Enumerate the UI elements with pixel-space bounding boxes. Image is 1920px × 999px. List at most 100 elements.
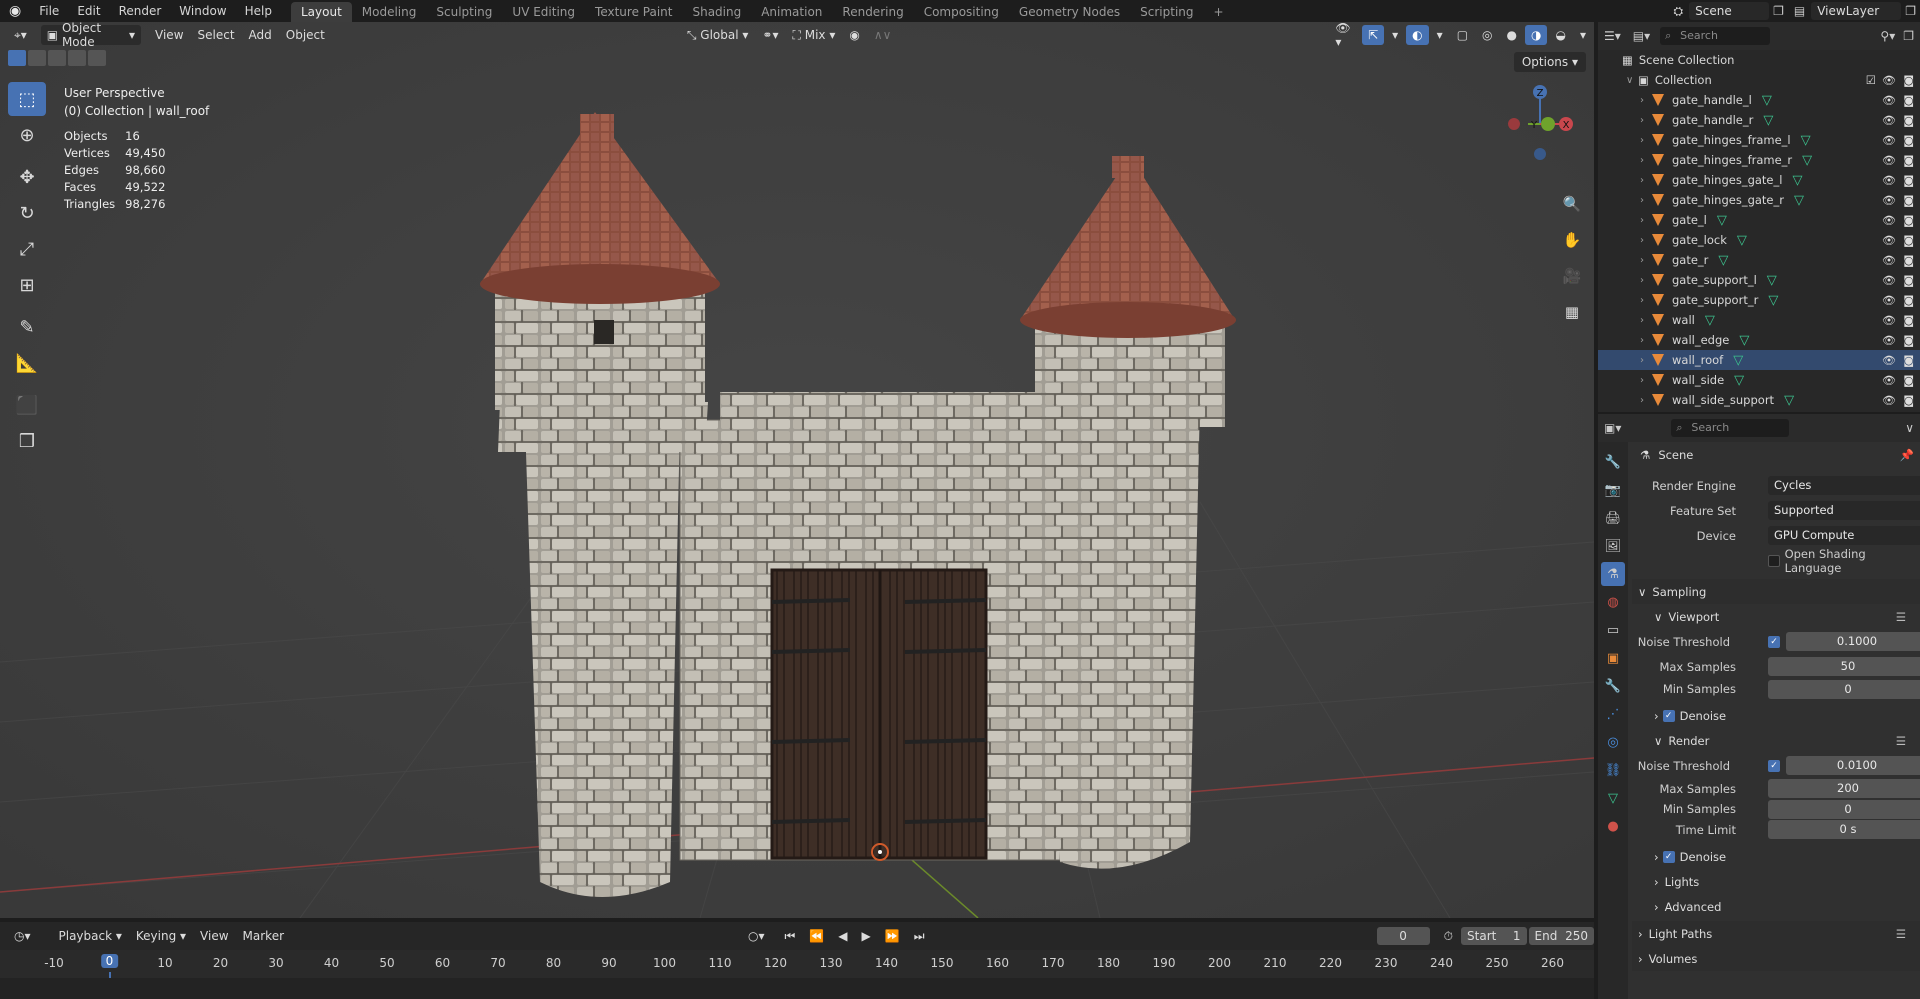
presets-list-icon[interactable]: ☰ [1896, 734, 1906, 748]
mode-selector[interactable]: ▣ Object Mode ▾ [40, 22, 142, 49]
physics-tab-icon[interactable]: ◎ [1601, 730, 1625, 754]
volumes-panel[interactable]: › Volumes [1632, 946, 1920, 971]
menu-marker[interactable]: Marker [237, 926, 290, 946]
render-engine-dropdown[interactable]: Cycles [1768, 476, 1920, 495]
scale-tool-icon[interactable]: ⤢ [8, 232, 46, 266]
vp-min-samples-field[interactable]: 0 [1768, 679, 1920, 699]
outliner-object-row[interactable]: › gate_hinges_gate_l ▽ 👁 ◙ [1598, 170, 1920, 190]
expand-icon[interactable]: › [1640, 95, 1652, 106]
scene-selector[interactable]: Scene [1689, 2, 1770, 20]
mesh-data-icon[interactable]: ▽ [1734, 373, 1744, 388]
eye-icon[interactable]: 👁 [1882, 294, 1896, 307]
sampling-panel-header[interactable]: ∨ Sampling [1632, 579, 1920, 604]
eye-icon[interactable]: 👁 [1882, 254, 1896, 267]
falloff-icon[interactable]: ∧∨ [868, 25, 898, 45]
stopwatch-icon[interactable]: ⏱ [1438, 926, 1459, 946]
menu-timeline-view[interactable]: View [194, 926, 234, 946]
jump-start-icon[interactable]: ⏮ [779, 926, 802, 946]
mesh-data-icon[interactable]: ▽ [1737, 233, 1747, 248]
r-max-samples-field[interactable]: 200 [1768, 779, 1920, 798]
transform-tool-icon[interactable]: ⊞ [8, 268, 46, 302]
start-frame-field[interactable]: Start 1 [1461, 927, 1527, 945]
camera-icon[interactable]: ◙ [1903, 114, 1914, 127]
expand-icon[interactable]: › [1640, 295, 1652, 306]
transform-orientation-dropdown[interactable]: ⤡ Global ▾ [681, 25, 755, 45]
timeline-track[interactable] [0, 978, 1594, 999]
menu-add[interactable]: Add [243, 25, 278, 45]
expand-icon[interactable]: › [1640, 115, 1652, 126]
object-tab-icon[interactable]: ▣ [1601, 646, 1625, 670]
advanced-subpanel[interactable]: › Advanced [1632, 894, 1920, 919]
add-object-tool-icon[interactable]: ❒ [8, 424, 46, 458]
presets-list-icon[interactable]: ☰ [1896, 927, 1906, 941]
camera-icon[interactable]: ◙ [1903, 314, 1914, 327]
mesh-data-icon[interactable]: ▽ [1801, 133, 1811, 148]
rotate-tool-icon[interactable]: ↻ [8, 196, 46, 230]
shading-material-icon[interactable]: ◑ [1525, 25, 1548, 45]
camera-icon[interactable]: ◙ [1903, 154, 1914, 167]
expand-icon[interactable]: › [1640, 215, 1652, 226]
play-icon[interactable]: ▶ [856, 926, 877, 946]
gizmo-y-axis[interactable] [1541, 117, 1555, 131]
end-frame-field[interactable]: End 250 [1528, 927, 1594, 945]
eye-icon[interactable]: 👁 [1882, 354, 1896, 367]
expand-icon[interactable]: › [1640, 335, 1652, 346]
data-tab-icon[interactable]: ▽ [1601, 786, 1625, 810]
tool-tab-icon[interactable]: 🔧 [1601, 450, 1625, 474]
particles-tab-icon[interactable]: ⋰ [1601, 702, 1625, 726]
camera-icon[interactable]: ◙ [1903, 134, 1914, 147]
vp-noise-checkbox[interactable]: ✓ [1768, 635, 1780, 648]
view-layer-tab-icon[interactable]: 🖼 [1601, 534, 1625, 558]
gizmo-toggle-icon[interactable]: ⇱ [1362, 25, 1385, 45]
menu-select[interactable]: Select [192, 25, 241, 45]
vp-denoise-subpanel[interactable]: › ✓ Denoise [1632, 703, 1920, 728]
timeline[interactable]: ◷▾ Playback ▾ Keying ▾ View Marker ○▾ ⏮ … [0, 922, 1594, 999]
shading-rendered-icon[interactable]: ◒ [1549, 25, 1571, 45]
tab-compositing[interactable]: Compositing [914, 2, 1009, 22]
collection-row[interactable]: ∨ ▣ Collection ☑ 👁 ◙ [1598, 70, 1920, 90]
eye-icon[interactable]: 👁 [1882, 394, 1896, 407]
editor-type-icon[interactable]: ⌖▾ [8, 25, 33, 45]
scene-tab-icon[interactable]: ⚗ [1601, 562, 1625, 586]
mesh-data-icon[interactable]: ▽ [1763, 113, 1773, 128]
mesh-data-icon[interactable]: ▽ [1739, 333, 1749, 348]
expand-icon[interactable]: › [1640, 175, 1652, 186]
eye-icon[interactable]: 👁 [1882, 134, 1896, 147]
menu-object[interactable]: Object [280, 25, 331, 45]
camera-icon[interactable]: ◙ [1903, 334, 1914, 347]
menu-keying[interactable]: Keying ▾ [130, 926, 192, 946]
current-frame-field[interactable]: 0 [1376, 927, 1430, 945]
playhead-frame-label[interactable]: 0 [100, 954, 119, 968]
pan-hand-icon[interactable]: ✋ [1558, 226, 1586, 254]
vp-denoise-checkbox[interactable]: ✓ [1662, 709, 1675, 722]
osl-row[interactable]: Open Shading Language [1632, 547, 1920, 575]
move-tool-icon[interactable]: ✥ [8, 160, 46, 194]
navigation-gizmo[interactable]: Z Y X [1500, 82, 1580, 192]
eye-icon[interactable]: 👁 [1882, 274, 1896, 287]
mesh-data-icon[interactable]: ▽ [1705, 313, 1715, 328]
constraints-tab-icon[interactable]: ⛓ [1601, 758, 1625, 782]
xray-icon[interactable]: ▢ [1451, 25, 1474, 45]
menu-view[interactable]: View [149, 25, 189, 45]
eye-icon[interactable]: 👁 [1882, 374, 1896, 387]
measure-tool-icon[interactable]: 📐 [8, 346, 46, 380]
view-layer-icon[interactable]: ▤ [1794, 4, 1805, 18]
expand-icon[interactable]: › [1640, 395, 1652, 406]
select-invert-icon[interactable] [68, 50, 86, 66]
ortho-grid-icon[interactable]: ▦ [1558, 298, 1586, 326]
snap-dropdown[interactable]: ⛶ Mix ▾ [787, 25, 842, 45]
mesh-data-icon[interactable]: ▽ [1802, 153, 1812, 168]
display-mode-icon[interactable]: ▤▾ [1633, 29, 1650, 43]
overlays-icon[interactable]: ◐ [1406, 25, 1429, 45]
tab-uv-editing[interactable]: UV Editing [502, 2, 585, 22]
properties-editor-icon[interactable]: ▣▾ [1604, 421, 1621, 435]
blender-logo-icon[interactable]: ◉ [0, 0, 30, 22]
device-dropdown[interactable]: GPU Compute [1768, 526, 1920, 545]
osl-checkbox-box[interactable] [1768, 554, 1780, 567]
outliner-object-row[interactable]: › wall_roof ▽ 👁 ◙ [1598, 350, 1920, 370]
scene-icon[interactable]: ⛭ [1674, 4, 1684, 19]
mesh-data-icon[interactable]: ▽ [1733, 353, 1743, 368]
render-tab-icon[interactable]: 📷 [1601, 478, 1625, 502]
outliner-editor-icon[interactable]: ☰▾ [1604, 29, 1621, 43]
vp-max-samples-field[interactable]: 50 [1768, 657, 1920, 676]
